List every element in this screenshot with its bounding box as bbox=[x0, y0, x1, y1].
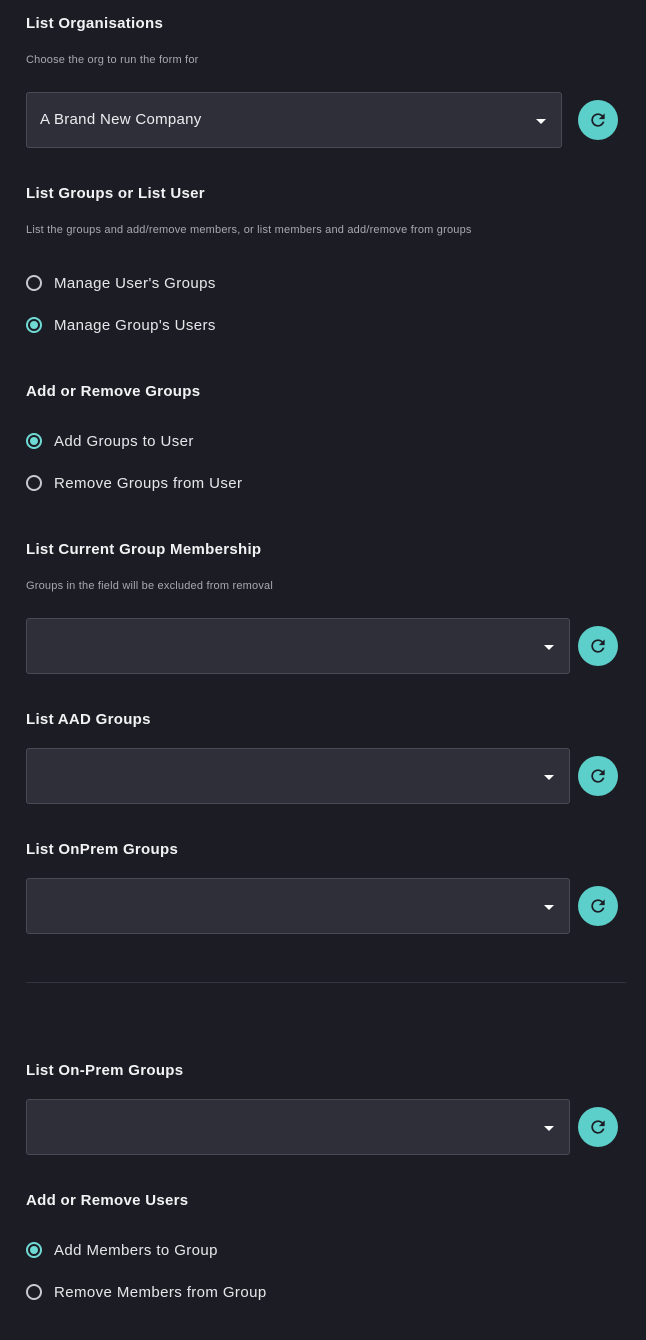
refresh-icon bbox=[591, 1120, 605, 1134]
org-select[interactable]: A Brand New Company bbox=[26, 92, 562, 148]
radio-remove-members-from-group[interactable]: Remove Members from Group bbox=[26, 1281, 267, 1303]
current-membership-select[interactable] bbox=[26, 618, 570, 674]
radio-label: Remove Members from Group bbox=[54, 1283, 267, 1301]
list-mode-desc: List the groups and add/remove members, … bbox=[26, 224, 472, 236]
onprem-groups-refresh-button[interactable] bbox=[578, 886, 618, 926]
caret-down-icon bbox=[544, 775, 554, 780]
radio-button bbox=[26, 275, 42, 291]
radio-button-checked bbox=[26, 317, 42, 333]
org-desc: Choose the org to run the form for bbox=[26, 54, 199, 66]
refresh-icon bbox=[591, 113, 605, 127]
radio-remove-groups-from-user[interactable]: Remove Groups from User bbox=[26, 472, 242, 494]
current-membership-title: List Current Group Membership bbox=[26, 541, 262, 558]
radio-label: Add Members to Group bbox=[54, 1241, 218, 1259]
aad-groups-select[interactable] bbox=[26, 748, 570, 804]
org-title: List Organisations bbox=[26, 15, 164, 32]
radio-button-checked bbox=[26, 1242, 42, 1258]
radio-manage-users-groups[interactable]: Manage User's Groups bbox=[26, 272, 216, 294]
add-remove-users-title: Add or Remove Users bbox=[26, 1192, 189, 1209]
radio-manage-groups-users[interactable]: Manage Group's Users bbox=[26, 314, 216, 336]
on-prem-groups-refresh-button[interactable] bbox=[578, 1107, 618, 1147]
radio-button-checked bbox=[26, 433, 42, 449]
aad-groups-title: List AAD Groups bbox=[26, 711, 151, 728]
caret-down-icon bbox=[544, 1126, 554, 1131]
current-membership-desc: Groups in the field will be excluded fro… bbox=[26, 580, 274, 592]
current-membership-refresh-button[interactable] bbox=[578, 626, 618, 666]
onprem-groups-title: List OnPrem Groups bbox=[26, 841, 179, 858]
radio-label: Add Groups to User bbox=[54, 432, 194, 450]
refresh-icon bbox=[591, 639, 605, 653]
section-divider bbox=[26, 982, 626, 983]
radio-add-groups-to-user[interactable]: Add Groups to User bbox=[26, 430, 194, 452]
org-refresh-button[interactable] bbox=[578, 100, 618, 140]
org-select-value: A Brand New Company bbox=[40, 111, 202, 128]
refresh-icon bbox=[591, 899, 605, 913]
radio-button bbox=[26, 475, 42, 491]
caret-down-icon bbox=[544, 645, 554, 650]
caret-down-icon bbox=[536, 119, 546, 124]
onprem-groups-select[interactable] bbox=[26, 878, 570, 934]
caret-down-icon bbox=[544, 905, 554, 910]
radio-label: Manage Group's Users bbox=[54, 316, 216, 334]
radio-label: Manage User's Groups bbox=[54, 274, 216, 292]
aad-groups-refresh-button[interactable] bbox=[578, 756, 618, 796]
radio-label: Remove Groups from User bbox=[54, 474, 243, 492]
on-prem-groups-select[interactable] bbox=[26, 1099, 570, 1155]
radio-add-members-to-group[interactable]: Add Members to Group bbox=[26, 1239, 218, 1261]
on-prem-groups-title: List On-Prem Groups bbox=[26, 1062, 184, 1079]
refresh-icon bbox=[591, 769, 605, 783]
radio-button bbox=[26, 1284, 42, 1300]
add-remove-groups-title: Add or Remove Groups bbox=[26, 383, 201, 400]
list-mode-title: List Groups or List User bbox=[26, 185, 205, 202]
